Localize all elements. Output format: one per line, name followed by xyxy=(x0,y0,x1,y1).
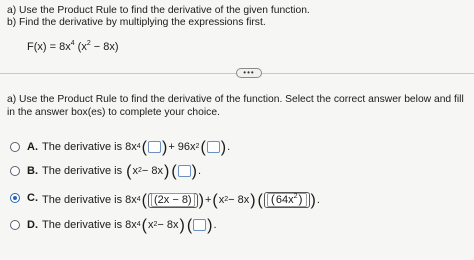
more-options-button[interactable]: ••• xyxy=(236,68,262,78)
option-b-letter: B. xyxy=(27,165,38,177)
question-part-a: a) Use the Product Rule to find the deri… xyxy=(7,5,310,16)
option-a-letter: A. xyxy=(27,141,38,153)
answer-box-c2[interactable]: (64x2) xyxy=(263,192,310,208)
option-b-text: The derivative is (x 2 − 8x) () . xyxy=(42,162,202,180)
function-expression: F(x) = 8x4 (x2 − 8x) xyxy=(27,40,119,53)
option-c-text: The derivative is 8x 4 ((2x − 8)) + (x 2 −… xyxy=(42,191,320,209)
part-a-instruction: a) Use the Product Rule to find the deri… xyxy=(7,94,464,118)
answer-box-a1[interactable] xyxy=(148,141,161,153)
radio-option-b[interactable] xyxy=(10,166,20,176)
answer-box-a2[interactable] xyxy=(206,141,220,153)
radio-option-a[interactable] xyxy=(10,142,20,152)
answer-box-d1[interactable] xyxy=(193,219,207,231)
option-c-letter: C. xyxy=(27,192,38,204)
answer-box-c1[interactable]: (2x − 8) xyxy=(148,192,198,208)
answer-box-b1[interactable] xyxy=(177,165,191,177)
option-a-text: The derivative is 8x 4 () + 96x 2 () . xyxy=(42,138,231,156)
option-d-text: The derivative is 8x 4 (x 2 − 8x) () . xyxy=(42,216,217,234)
option-d-letter: D. xyxy=(27,219,38,231)
radio-option-c[interactable] xyxy=(10,193,20,203)
radio-option-d[interactable] xyxy=(10,220,20,230)
question-part-b: b) Find the derivative by multiplying th… xyxy=(7,17,266,28)
